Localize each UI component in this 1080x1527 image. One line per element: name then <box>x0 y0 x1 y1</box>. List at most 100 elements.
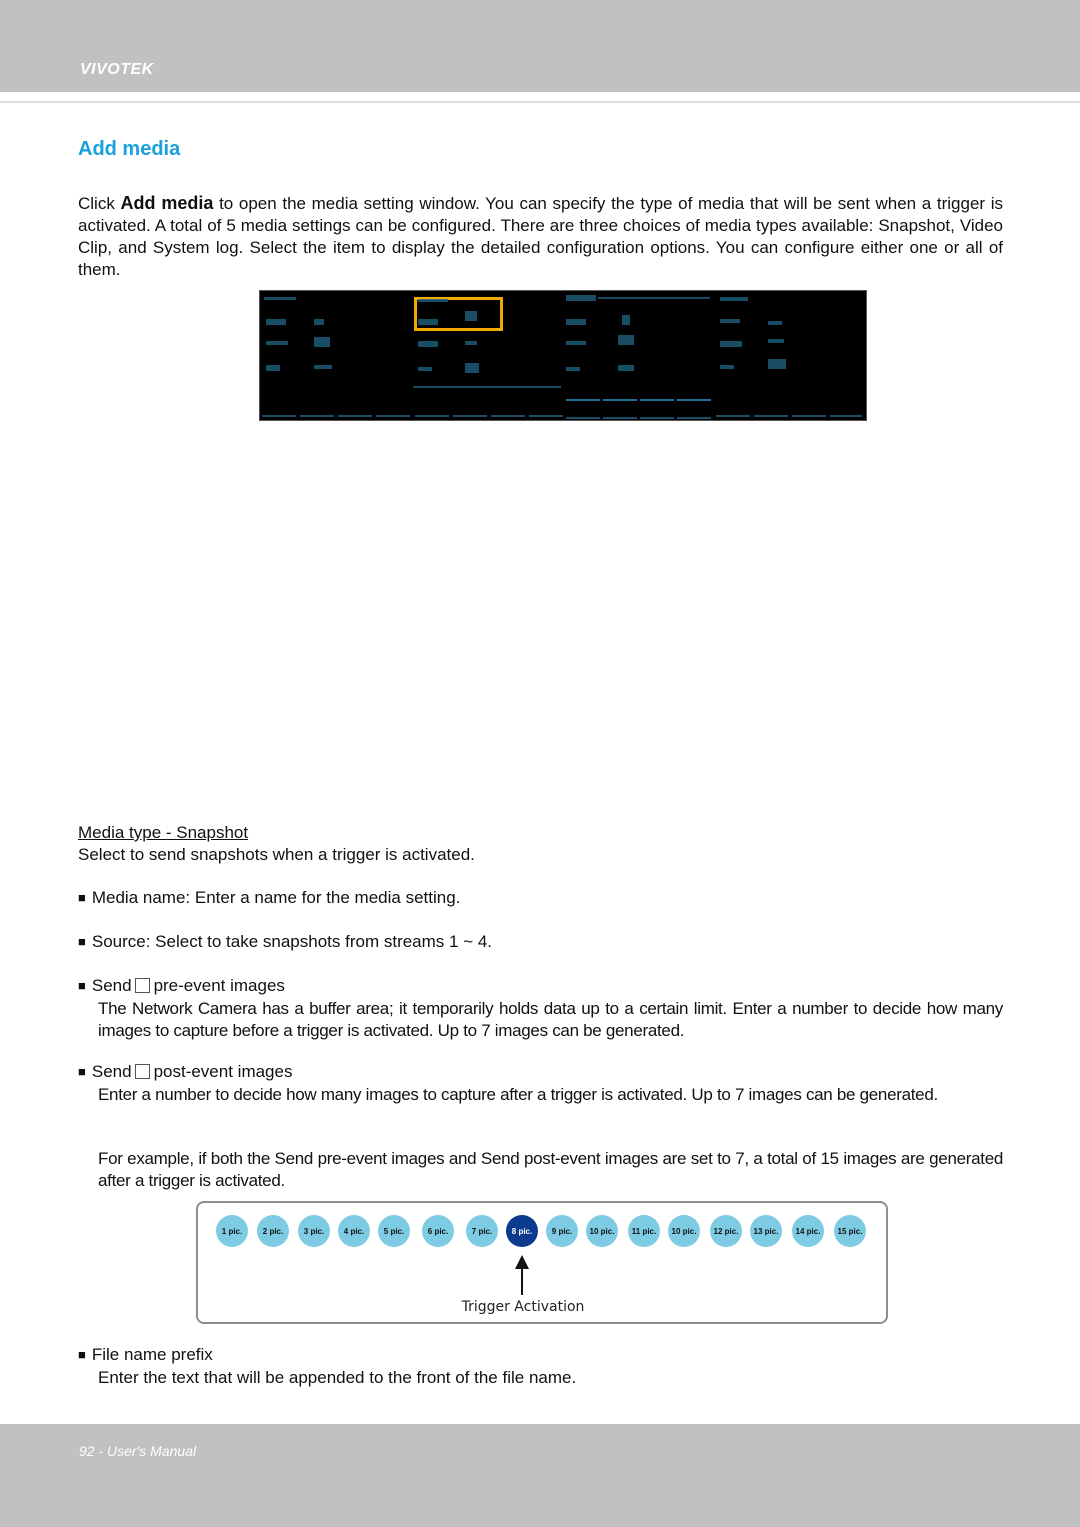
pre-event-suffix: pre-event images <box>153 976 285 995</box>
example-text: For example, if both the Send pre-event … <box>98 1149 1003 1190</box>
shot-field <box>465 341 477 345</box>
shot-field <box>768 339 784 343</box>
pic-circle: 15 pic. <box>834 1215 866 1247</box>
shot-field <box>768 321 782 325</box>
pic-circle: 9 pic. <box>546 1215 578 1247</box>
post-event-send: Send <box>91 1062 132 1081</box>
pic-circle: 14 pic. <box>792 1215 824 1247</box>
shot-tab <box>830 399 862 417</box>
shot-field <box>314 365 332 369</box>
source-text: Source: Select to take snapshots from st… <box>91 932 493 951</box>
shot-label <box>566 341 586 345</box>
shot-tab <box>529 399 563 417</box>
shot-tab <box>338 399 372 417</box>
shot-tab <box>491 399 525 417</box>
shot-label <box>566 295 596 301</box>
brand-logo: VIVOTEK <box>80 61 154 78</box>
pre-event-checkbox-icon <box>134 978 150 993</box>
snapshot-heading-block: Media type - Snapshot Select to send sna… <box>78 822 1003 866</box>
pre-event-send: Send <box>91 976 132 995</box>
shot-label <box>266 365 280 371</box>
source-item: Source: Select to take snapshots from st… <box>78 931 1003 954</box>
trigger-activation-label: Trigger Activation <box>461 1299 585 1315</box>
shot-field <box>465 363 479 373</box>
shot-label <box>720 319 740 323</box>
shot-label <box>418 299 448 302</box>
shot-field <box>314 337 330 347</box>
pic-circle: 13 pic. <box>750 1215 782 1247</box>
file-prefix-label: File name prefix <box>78 1344 1003 1367</box>
highlight-box <box>414 297 503 331</box>
snapshot-description: Select to send snapshots when a trigger … <box>78 845 475 864</box>
media-name-item: Media name: Enter a name for the media s… <box>78 887 1003 910</box>
shot-tab <box>262 399 296 417</box>
shot-field <box>768 359 786 369</box>
shot-label <box>266 319 286 325</box>
pic-circle: 4 pic. <box>338 1215 370 1247</box>
shot-tab <box>415 399 449 417</box>
shot-tab <box>453 399 487 417</box>
shot-label <box>566 367 580 371</box>
post-event-label: Send post-event images <box>78 1061 1003 1084</box>
pic-circle: 12 pic. <box>710 1215 742 1247</box>
post-event-item: Send post-event images Enter a number to … <box>78 1061 1003 1106</box>
pic-circle: 8 pic. <box>506 1215 538 1247</box>
shot-field <box>314 319 324 325</box>
shot-tab <box>792 399 826 417</box>
pic-circle: 7 pic. <box>466 1215 498 1247</box>
pic-circle: 6 pic. <box>422 1215 454 1247</box>
post-event-suffix: post-event images <box>153 1062 293 1081</box>
shot-tab <box>603 399 637 419</box>
media-settings-screenshot <box>259 290 867 421</box>
shot-label <box>566 319 586 325</box>
pic-circle: 2 pic. <box>257 1215 289 1247</box>
intro-rest: to open the media setting window. You ca… <box>78 194 1003 279</box>
shot-tab <box>640 399 674 419</box>
snapshot-heading: Media type - Snapshot <box>78 823 249 842</box>
intro-bold-term: Add media <box>120 193 214 213</box>
shot-label <box>418 341 438 347</box>
footer-band <box>0 1424 1080 1527</box>
shot-tab <box>376 399 410 417</box>
page-footer: 92 - User's Manual <box>79 1443 197 1459</box>
shot-field <box>618 365 634 371</box>
pre-event-item: Send pre-event images The Network Camera … <box>78 975 1003 1042</box>
shot-tab <box>566 399 600 419</box>
shot-divider <box>413 386 561 388</box>
pre-event-label: Send pre-event images <box>78 975 1003 998</box>
shot-label <box>264 297 296 300</box>
post-event-checkbox-icon <box>134 1064 150 1079</box>
shot-label <box>418 367 432 371</box>
shot-label <box>266 341 288 345</box>
shot-divider <box>598 297 710 299</box>
pic-circle: 10 pic. <box>586 1215 618 1247</box>
shot-tab <box>300 399 334 417</box>
shot-tab <box>716 399 750 417</box>
pre-event-text: The Network Camera has a buffer area; it… <box>98 999 1003 1040</box>
shot-label <box>720 341 742 347</box>
shot-label <box>720 297 748 301</box>
shot-field <box>622 315 630 325</box>
header-band: VIVOTEK <box>0 0 1080 92</box>
shot-field <box>465 311 477 321</box>
shot-tab <box>677 399 711 419</box>
pic-circle: 3 pic. <box>298 1215 330 1247</box>
pic-circle: 11 pic. <box>628 1215 660 1247</box>
shot-label <box>720 365 734 369</box>
shot-field <box>618 335 634 345</box>
pic-circle: 5 pic. <box>378 1215 410 1247</box>
header-divider <box>0 101 1080 103</box>
pic-circle: 1 pic. <box>216 1215 248 1247</box>
intro-paragraph: Click Add media to open the media settin… <box>78 192 1003 281</box>
pic-circle: 10 pic. <box>668 1215 700 1247</box>
media-name-text: Media name: Enter a name for the media s… <box>91 888 461 907</box>
shot-tab <box>754 399 788 417</box>
arrow-shaft <box>521 1265 523 1295</box>
file-prefix-text: Enter the text that will be appended to … <box>98 1368 577 1387</box>
post-event-text: Enter a number to decide how many images… <box>98 1085 938 1104</box>
file-prefix-item: File name prefix Enter the text that wil… <box>78 1344 1003 1389</box>
intro-prefix: Click <box>78 194 121 213</box>
shot-label <box>418 319 438 325</box>
section-title: Add media <box>78 138 181 160</box>
trigger-timeline-diagram: 1 pic. 2 pic. 3 pic. 4 pic. 5 pic. 6 pic. 7 pi… <box>196 1201 888 1324</box>
